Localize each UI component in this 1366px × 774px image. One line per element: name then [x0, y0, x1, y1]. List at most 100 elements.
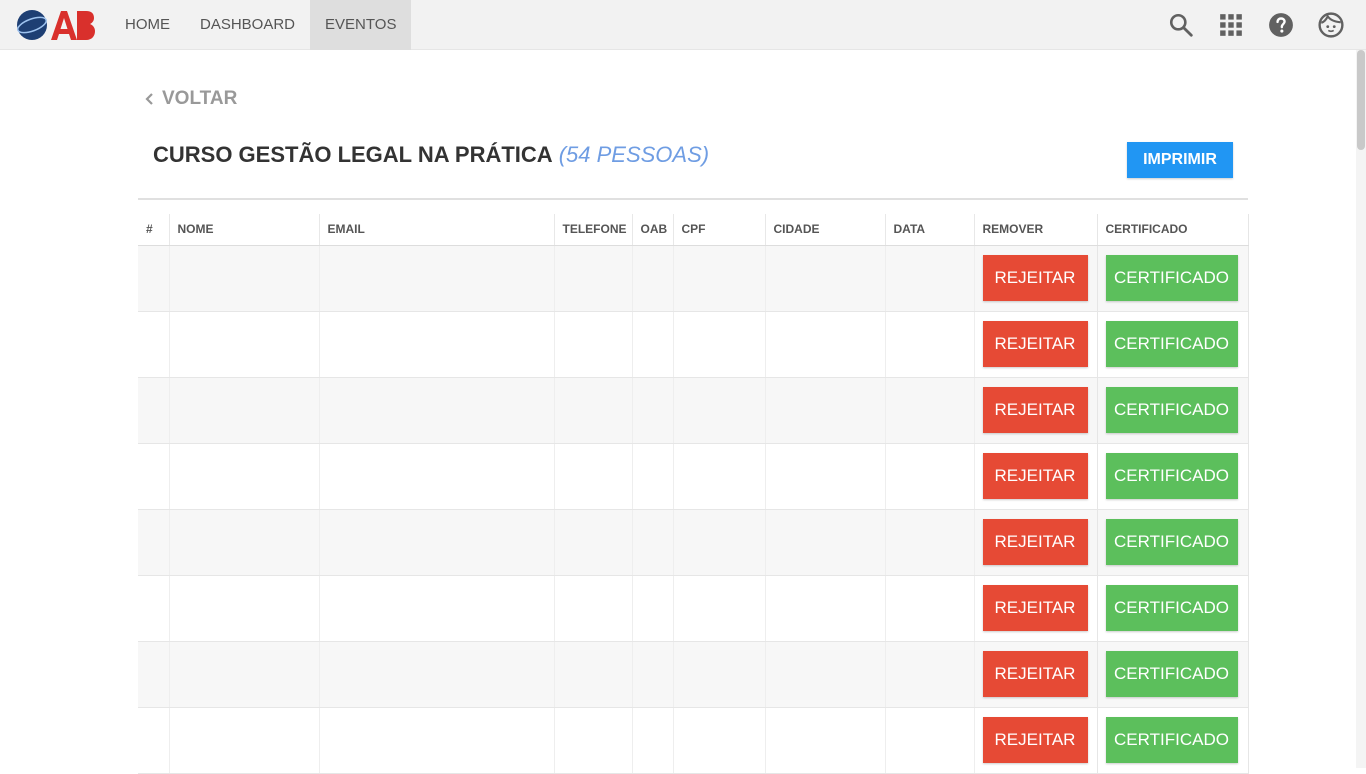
reject-button[interactable]: REJEITAR: [982, 321, 1088, 367]
cell-name: [169, 377, 320, 444]
nav-home[interactable]: HOME: [110, 0, 185, 50]
attendee-count: (54 PESSOAS): [558, 142, 710, 167]
cell-cpf: [673, 509, 766, 576]
nav-eventos[interactable]: EVENTOS: [310, 0, 412, 50]
cell-city: [765, 641, 886, 708]
cell-remove: REJEITAR: [974, 575, 1098, 642]
reject-button[interactable]: REJEITAR: [982, 519, 1088, 565]
cell-cpf: [673, 311, 766, 378]
reject-button[interactable]: REJEITAR: [982, 387, 1088, 433]
cell-phone: [554, 641, 633, 708]
cell-certificate: CERTIFICADO: [1097, 509, 1249, 576]
cell-number: [138, 641, 170, 708]
cell-date: [885, 245, 975, 312]
reject-button[interactable]: REJEITAR: [982, 255, 1088, 301]
cell-oab: [632, 509, 674, 576]
cell-date: [885, 509, 975, 576]
certificate-button[interactable]: CERTIFICADO: [1105, 585, 1238, 631]
cell-oab: [632, 377, 674, 444]
table-row: REJEITAR CERTIFICADO: [138, 311, 1249, 378]
print-button[interactable]: IMPRIMIR: [1127, 142, 1233, 178]
cell-number: [138, 575, 170, 642]
cell-phone: [554, 707, 633, 774]
main-nav: HOME DASHBOARD EVENTOS: [110, 0, 412, 50]
cell-city: [765, 707, 886, 774]
account-icon[interactable]: [1318, 12, 1344, 38]
reject-button[interactable]: REJEITAR: [982, 651, 1088, 697]
cell-name: [169, 641, 320, 708]
cell-email: [319, 377, 555, 444]
reject-button[interactable]: REJEITAR: [982, 717, 1088, 763]
col-remove: REMOVER: [974, 214, 1098, 246]
certificate-button[interactable]: CERTIFICADO: [1105, 453, 1238, 499]
cell-name: [169, 245, 320, 312]
help-icon[interactable]: [1268, 12, 1294, 38]
apps-grid-icon[interactable]: [1218, 12, 1244, 38]
cell-oab: [632, 641, 674, 708]
certificate-button[interactable]: CERTIFICADO: [1105, 651, 1238, 697]
col-phone: TELEFONE: [554, 214, 633, 246]
cell-number: [138, 509, 170, 576]
scrollbar-thumb[interactable]: [1357, 50, 1365, 150]
col-city: CIDADE: [765, 214, 886, 246]
cell-cpf: [673, 641, 766, 708]
certificate-button[interactable]: CERTIFICADO: [1105, 321, 1238, 367]
cell-date: [885, 641, 975, 708]
cell-name: [169, 509, 320, 576]
certificate-button[interactable]: CERTIFICADO: [1105, 717, 1238, 763]
cell-remove: REJEITAR: [974, 641, 1098, 708]
col-cpf: CPF: [673, 214, 766, 246]
cell-certificate: CERTIFICADO: [1097, 245, 1249, 312]
cell-date: [885, 443, 975, 510]
top-navbar: HOME DASHBOARD EVENTOS: [0, 0, 1366, 50]
table-row: REJEITAR CERTIFICADO: [138, 707, 1249, 774]
cell-certificate: CERTIFICADO: [1097, 641, 1249, 708]
back-link[interactable]: VOLTAR: [144, 86, 237, 112]
cell-name: [169, 575, 320, 642]
cell-email: [319, 641, 555, 708]
cell-phone: [554, 443, 633, 510]
cell-oab: [632, 707, 674, 774]
cell-date: [885, 707, 975, 774]
certificate-button[interactable]: CERTIFICADO: [1105, 255, 1238, 301]
certificate-button[interactable]: CERTIFICADO: [1105, 519, 1238, 565]
col-certificate: CERTIFICADO: [1097, 214, 1249, 246]
cell-name: [169, 707, 320, 774]
certificate-button[interactable]: CERTIFICADO: [1105, 387, 1238, 433]
cell-date: [885, 311, 975, 378]
cell-email: [319, 509, 555, 576]
cell-city: [765, 377, 886, 444]
cell-phone: [554, 575, 633, 642]
cell-oab: [632, 245, 674, 312]
cell-oab: [632, 575, 674, 642]
search-icon[interactable]: [1168, 12, 1194, 38]
cell-certificate: CERTIFICADO: [1097, 575, 1249, 642]
col-email: EMAIL: [319, 214, 555, 246]
cell-remove: REJEITAR: [974, 509, 1098, 576]
nav-dashboard[interactable]: DASHBOARD: [185, 0, 310, 50]
col-date: DATA: [885, 214, 975, 246]
reject-button[interactable]: REJEITAR: [982, 585, 1088, 631]
page-scrollbar[interactable]: [1356, 50, 1366, 768]
cell-city: [765, 245, 886, 312]
cell-oab: [632, 443, 674, 510]
cell-email: [319, 311, 555, 378]
cell-certificate: CERTIFICADO: [1097, 377, 1249, 444]
cell-remove: REJEITAR: [974, 245, 1098, 312]
reject-button[interactable]: REJEITAR: [982, 453, 1088, 499]
cell-city: [765, 575, 886, 642]
col-number: #: [138, 214, 170, 246]
cell-phone: [554, 509, 633, 576]
table-body: REJEITAR CERTIFICADO REJEITAR CERTIFICADO RE…: [138, 245, 1249, 774]
cell-certificate: CERTIFICADO: [1097, 443, 1249, 510]
cell-remove: REJEITAR: [974, 377, 1098, 444]
cell-cpf: [673, 707, 766, 774]
cell-number: [138, 311, 170, 378]
chevron-left-icon: [145, 93, 153, 105]
table-row: REJEITAR CERTIFICADO: [138, 575, 1249, 642]
cell-cpf: [673, 377, 766, 444]
cell-date: [885, 377, 975, 444]
oab-logo[interactable]: [15, 9, 95, 41]
page-title: CURSO GESTÃO LEGAL NA PRÁTICA (54 PESSOAS…: [153, 142, 709, 168]
table-row: REJEITAR CERTIFICADO: [138, 443, 1249, 510]
